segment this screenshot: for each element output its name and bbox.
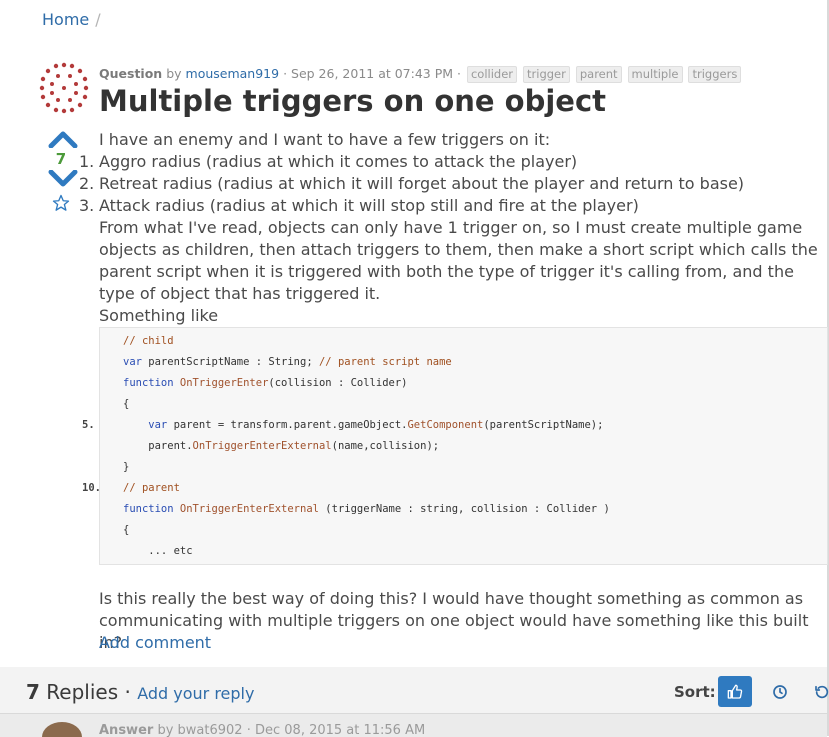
add-reply-link[interactable]: Add your reply: [137, 684, 254, 703]
code-text: (triggerName : string, collision : Colli…: [318, 503, 610, 515]
code-comment: // parent: [123, 482, 180, 494]
code-text: (name,collision);: [331, 440, 440, 452]
answer-date: · Dec 08, 2015 at 11:56 AM: [246, 723, 426, 737]
question-type-label: Question: [99, 66, 163, 81]
breadcrumb: Home /: [42, 10, 101, 29]
code-text: {: [123, 398, 130, 410]
list-item-number: 1.: [79, 152, 95, 171]
list-item: 1. Aggro radius (radius at which it comes…: [79, 151, 821, 173]
question-date: · Sep 26, 2011 at 07:43 PM ·: [283, 66, 461, 81]
question-body: I have an enemy and I want to have a few…: [79, 129, 821, 327]
code-function: OnTriggerEnter: [173, 377, 269, 389]
code-comment: // parent script name: [318, 356, 452, 368]
tag-triggers[interactable]: triggers: [688, 66, 742, 83]
code-text: parent.: [123, 440, 193, 452]
code-block: // child var parentScriptName : String; …: [82, 327, 828, 565]
list-item: 3. Attack radius (radius at which it will…: [79, 195, 821, 217]
code-text: parentScriptName : String;: [141, 356, 319, 368]
list-item-number: 2.: [79, 174, 95, 193]
add-comment-link[interactable]: Add comment: [99, 633, 211, 652]
code-keyword: function: [123, 503, 174, 515]
thumbs-up-icon: [727, 684, 743, 699]
question-title: Multiple triggers on one object: [99, 84, 607, 118]
list-item-number: 3.: [79, 196, 95, 215]
avatar-icon[interactable]: [38, 62, 90, 114]
code-keyword: var: [123, 356, 142, 368]
vote-count: 7: [55, 150, 67, 168]
by-label: by: [157, 723, 174, 737]
history-icon: [815, 685, 829, 698]
downvote-icon[interactable]: [48, 170, 78, 188]
replies-count: 7: [26, 680, 40, 704]
tag-collider[interactable]: collider: [466, 66, 518, 83]
code-line: // child: [100, 331, 827, 352]
breadcrumb-separator: /: [95, 10, 101, 29]
author-link[interactable]: mouseman919: [186, 66, 280, 81]
code-text: (collision : Collider): [268, 377, 408, 389]
answer-author-link[interactable]: bwat6902: [178, 723, 243, 737]
code-text: }: [123, 461, 130, 473]
replies-header: 7 Replies · Add your reply: [26, 680, 254, 704]
list-item-text: Retreat radius (radius at which it will …: [99, 174, 745, 193]
code-line: parent.OnTriggerEnterExternal(name,colli…: [100, 436, 827, 457]
answer-avatar[interactable]: [42, 722, 82, 737]
by-label: by: [166, 66, 182, 81]
question-meta: Question by mouseman919 · Sep 26, 2011 a…: [99, 66, 742, 83]
code-line: 10. // parent: [82, 478, 827, 499]
question-paragraph: From what I've read, objects can only ha…: [99, 218, 818, 303]
code-text: // child: [123, 335, 174, 347]
code-line: function OnTriggerEnter(collision : Coll…: [100, 373, 827, 394]
list-item: 2. Retreat radius (radius at which it wil…: [79, 173, 821, 195]
code-function: OnTriggerEnterExternal: [192, 440, 332, 452]
clock-icon: [773, 684, 787, 699]
list-item-text: Attack radius (radius at which it will s…: [99, 196, 639, 215]
code-line: var parentScriptName : String; // parent…: [100, 352, 827, 373]
code-function: GetComponent: [407, 419, 484, 431]
sort-by-oldest-button[interactable]: [763, 676, 797, 707]
code-line-number: 10.: [82, 482, 101, 494]
sort-by-votes-button[interactable]: [718, 676, 752, 707]
replies-separator: ·: [118, 680, 138, 704]
code-text: (parentScriptName);: [483, 419, 604, 431]
code-keyword: function: [123, 377, 174, 389]
star-icon[interactable]: [52, 194, 70, 212]
code-line: function OnTriggerEnterExternal (trigger…: [100, 499, 827, 520]
something-like-text: Something like: [99, 306, 219, 325]
trigger-list: 1. Aggro radius (radius at which it comes…: [79, 151, 821, 217]
code-text: parent = transform.parent.gameObject.: [167, 419, 408, 431]
code-line: {: [100, 520, 827, 541]
answer-preview: Answer by bwat6902 · Dec 08, 2015 at 11:…: [0, 713, 827, 737]
tag-multiple[interactable]: multiple: [627, 66, 683, 83]
code-text: {: [123, 524, 130, 536]
code-function: OnTriggerEnterExternal: [173, 503, 319, 515]
code-line: ... etc: [100, 541, 827, 562]
breadcrumb-home-link[interactable]: Home: [42, 10, 89, 29]
code-line: {: [100, 394, 827, 415]
answer-meta: Answer by bwat6902 · Dec 08, 2015 at 11:…: [99, 723, 425, 737]
sort-by-recent-button[interactable]: [805, 676, 829, 707]
code-line: 5. var parent = transform.parent.gameObj…: [82, 415, 827, 436]
code-line: }: [100, 457, 827, 478]
sort-label: Sort:: [674, 683, 716, 701]
replies-label: Replies: [39, 680, 119, 704]
upvote-icon[interactable]: [48, 130, 78, 148]
code-text: ... etc: [123, 545, 193, 557]
list-item-text: Aggro radius (radius at which it comes t…: [99, 152, 578, 171]
tag-parent[interactable]: parent: [575, 66, 622, 83]
question-intro: I have an enemy and I want to have a few…: [99, 130, 551, 149]
code-keyword: var: [123, 419, 168, 431]
code-line-number: 5.: [82, 419, 95, 431]
answer-type-label: Answer: [99, 723, 154, 737]
tag-trigger[interactable]: trigger: [523, 66, 570, 83]
vote-widget: 7: [46, 130, 80, 212]
